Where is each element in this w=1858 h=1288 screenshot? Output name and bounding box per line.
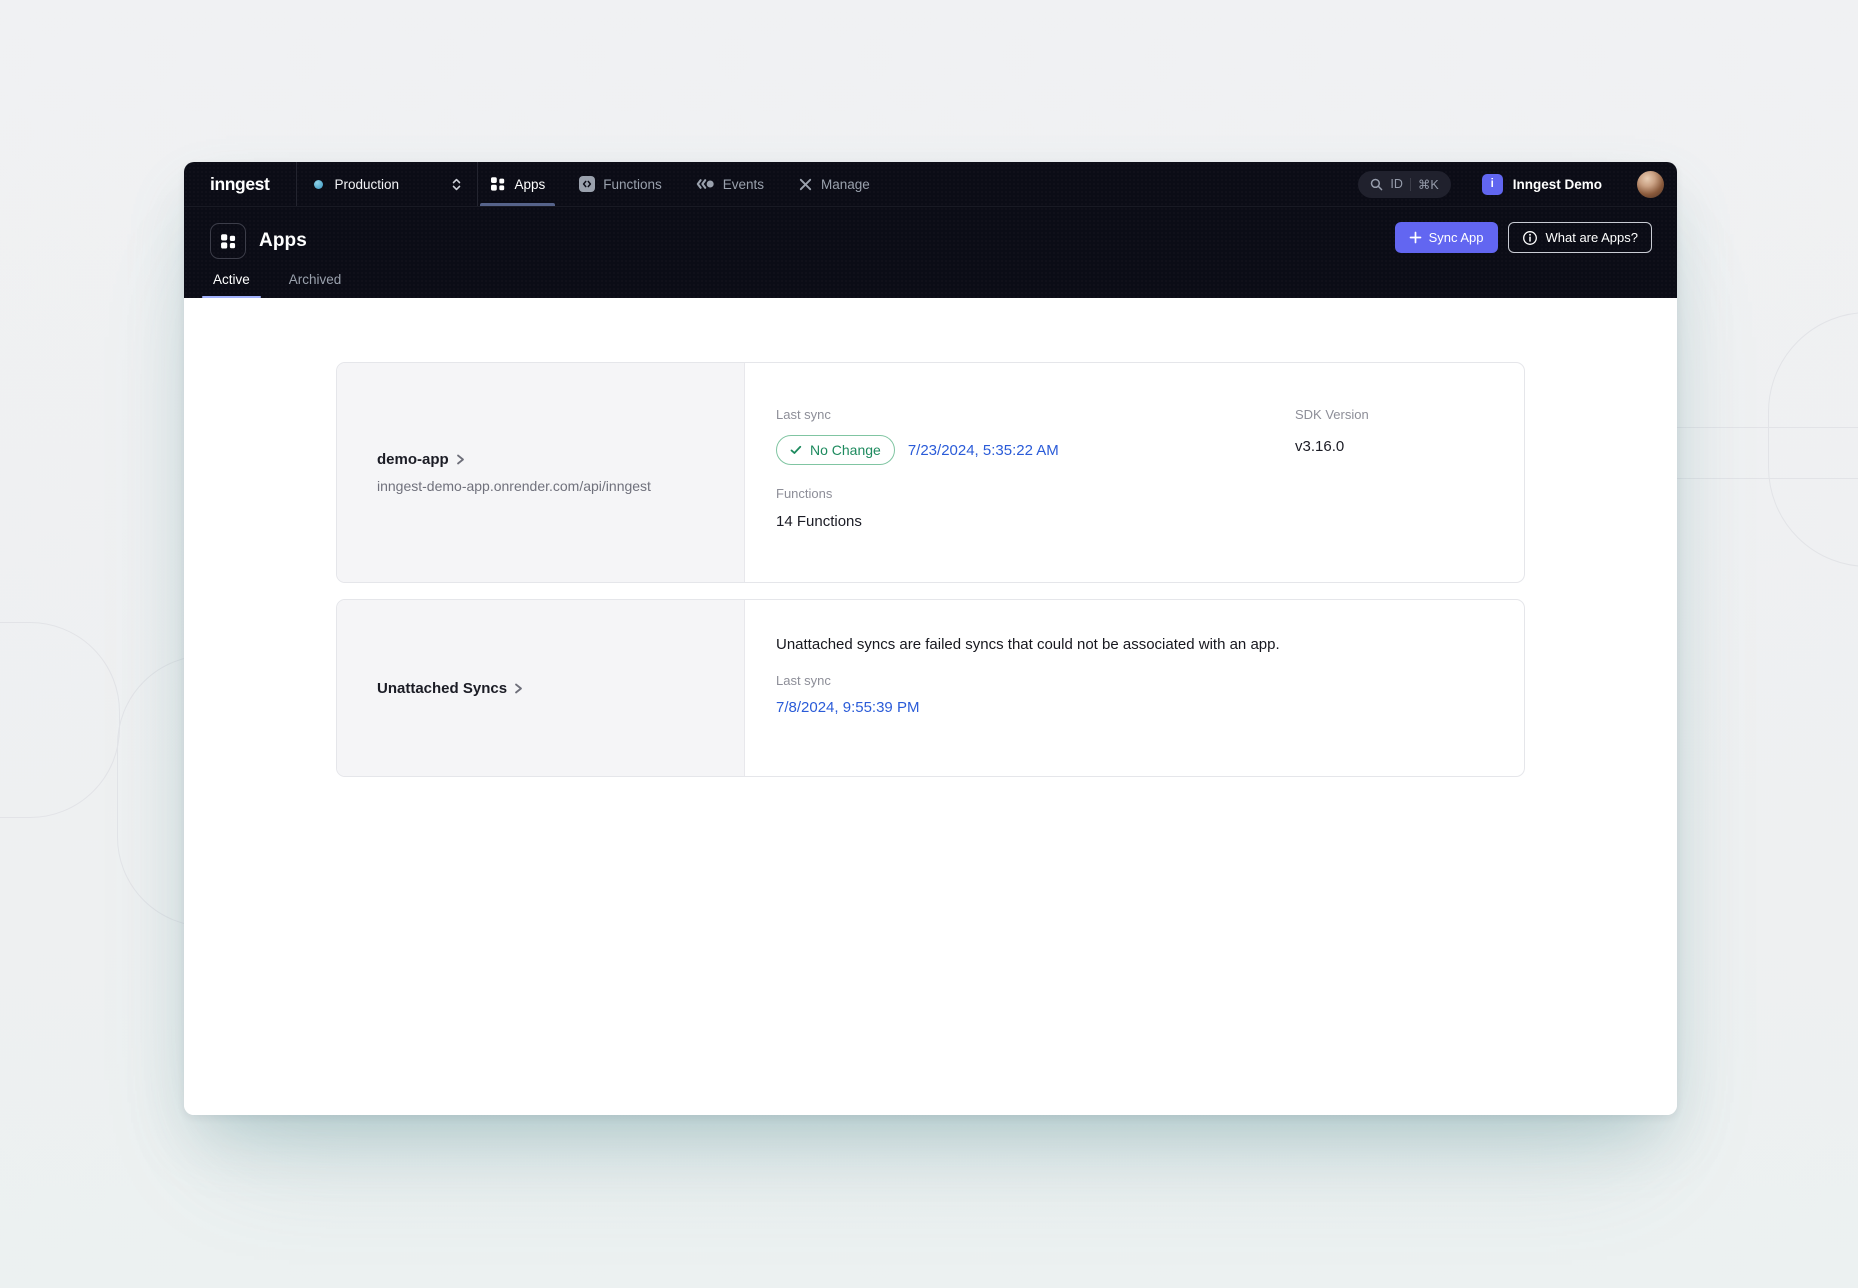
events-stream-icon (696, 177, 715, 191)
nav-item-functions[interactable]: Functions (569, 162, 672, 206)
unattached-syncs-link[interactable]: Unattached Syncs (377, 680, 744, 697)
nav-item-apps[interactable]: Apps (480, 162, 555, 206)
sdk-version-label: SDK Version (1295, 407, 1369, 422)
background-rounded-shape (0, 622, 120, 818)
unattached-syncs-title: Unattached Syncs (377, 680, 507, 697)
primary-nav: Apps Functions (480, 162, 879, 206)
user-menu[interactable] (1623, 171, 1677, 198)
background-line (1650, 427, 1858, 428)
environment-status-icon (314, 180, 323, 189)
search-shortcut[interactable]: ID ⌘K (1358, 171, 1450, 198)
no-change-badge: No Change (776, 435, 895, 465)
app-url: inngest-demo-app.onrender.com/api/innges… (377, 478, 744, 494)
unattached-card-summary: Unattached Syncs (337, 600, 745, 776)
header-actions: Sync App What are Apps? (1395, 222, 1652, 253)
sdk-version-value: v3.16.0 (1295, 438, 1369, 455)
unattached-card-details: Unattached syncs are failed syncs that c… (745, 600, 1524, 776)
info-icon (1522, 230, 1538, 246)
nav-item-label: Apps (514, 177, 545, 192)
tab-active[interactable]: Active (202, 272, 261, 298)
unattached-description: Unattached syncs are failed syncs that c… (776, 636, 1484, 653)
top-nav: inngest Production (184, 162, 1677, 207)
last-sync-time-link[interactable]: 7/23/2024, 5:35:22 AM (908, 442, 1059, 459)
environment-name: Production (334, 177, 399, 192)
search-shortcut-keys: ⌘K (1418, 177, 1439, 192)
search-label: ID (1390, 177, 1403, 191)
nav-item-manage[interactable]: Manage (788, 162, 880, 206)
app-window: inngest Production (184, 162, 1677, 1115)
divider (477, 162, 478, 206)
chevron-right-icon (514, 682, 523, 695)
last-sync-time-link[interactable]: 7/8/2024, 9:55:39 PM (776, 699, 919, 716)
manage-tools-icon (798, 177, 813, 192)
page: { "topnav": { "logo": "inngest", "enviro… (0, 0, 1858, 1288)
last-sync-label: Last sync (776, 673, 1484, 688)
environment-selector[interactable]: Production (297, 162, 477, 206)
functions-label: Functions (776, 486, 1295, 501)
tabs: Active Archived (202, 272, 352, 298)
nav-item-label: Functions (603, 177, 662, 192)
sync-app-label: Sync App (1429, 230, 1484, 245)
background-rounded-shape (1768, 312, 1858, 567)
org-switcher[interactable]: i Inngest Demo (1466, 174, 1622, 195)
sync-app-button[interactable]: Sync App (1395, 222, 1498, 253)
chevron-right-icon (456, 453, 465, 466)
tab-archived[interactable]: Archived (278, 272, 353, 298)
last-sync-row: No Change 7/23/2024, 5:35:22 AM (776, 435, 1295, 465)
nav-item-label: Events (723, 177, 764, 192)
top-nav-right: ID ⌘K i Inngest Demo (1358, 162, 1677, 206)
functions-code-icon (579, 176, 595, 192)
user-avatar (1637, 171, 1664, 198)
app-card-details: Last sync No Change 7/23/2024, 5:35:22 A… (745, 363, 1524, 582)
inngest-logo-text: inngest (210, 174, 269, 195)
app-card-summary: demo-app inngest-demo-app.onrender.com/a… (337, 363, 745, 582)
apps-grid-icon-box (210, 223, 246, 259)
inngest-logo[interactable]: inngest (184, 162, 296, 206)
unattached-syncs-card: Unattached Syncs Unattached syncs are fa… (336, 599, 1525, 777)
check-icon (790, 445, 802, 455)
search-icon (1370, 178, 1383, 191)
plus-icon (1409, 231, 1422, 244)
app-card: demo-app inngest-demo-app.onrender.com/a… (336, 362, 1525, 583)
app-name: demo-app (377, 451, 449, 468)
nav-item-label: Manage (821, 177, 870, 192)
nav-item-events[interactable]: Events (686, 162, 774, 206)
org-badge: i (1482, 174, 1503, 195)
what-are-apps-label: What are Apps? (1546, 230, 1639, 245)
last-sync-label: Last sync (776, 407, 1295, 422)
app-name-link[interactable]: demo-app (377, 451, 744, 468)
functions-field: Functions 14 Functions (776, 486, 1295, 530)
background-line (1650, 478, 1858, 479)
page-header: Apps Sync App What a (184, 207, 1677, 298)
org-name: Inngest Demo (1513, 177, 1602, 192)
page-title-row: Apps (210, 223, 307, 259)
badge-label: No Change (810, 442, 881, 458)
functions-count: 14 Functions (776, 513, 1295, 530)
apps-list: demo-app inngest-demo-app.onrender.com/a… (184, 298, 1677, 1115)
apps-grid-icon (490, 176, 506, 192)
what-are-apps-button[interactable]: What are Apps? (1508, 222, 1653, 253)
app-card-main-column: Last sync No Change 7/23/2024, 5:35:22 A… (776, 407, 1295, 582)
app-card-sdk-column: SDK Version v3.16.0 (1295, 407, 1369, 582)
chevron-up-down-icon (451, 177, 462, 192)
divider (1410, 178, 1411, 191)
page-title: Apps (259, 230, 307, 252)
